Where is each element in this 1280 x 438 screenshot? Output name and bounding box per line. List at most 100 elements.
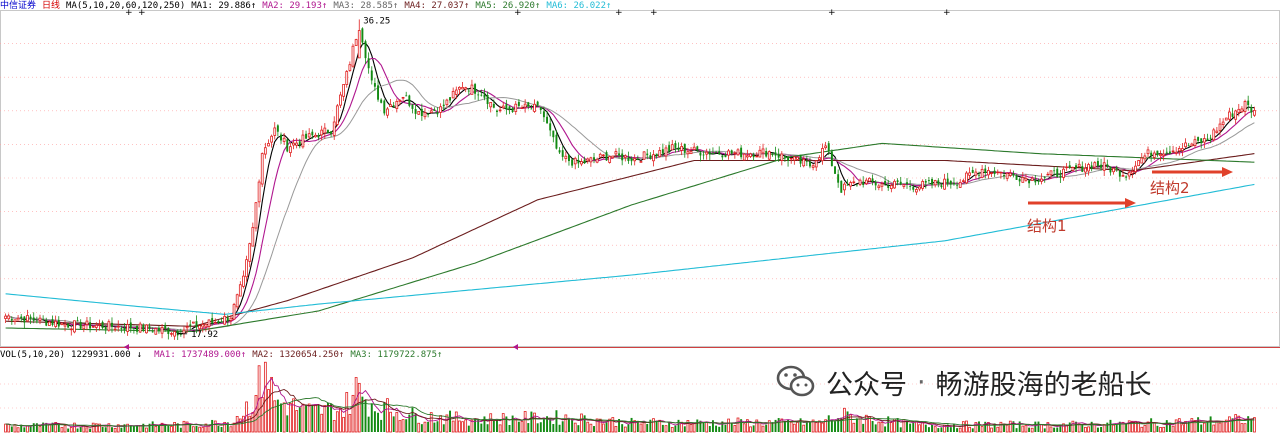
candle-body — [702, 154, 705, 156]
candle-body — [583, 159, 586, 164]
candle-body — [248, 243, 252, 262]
candle-body — [1231, 113, 1234, 117]
volume-bar — [508, 424, 511, 432]
volume-bar — [276, 399, 279, 432]
candle-body — [523, 103, 527, 108]
volume-bar — [60, 427, 64, 433]
candle-body — [961, 180, 965, 182]
volume-bar — [26, 425, 29, 433]
candle-body — [364, 41, 367, 59]
volume-bar — [834, 421, 836, 432]
volume-bar — [1156, 425, 1159, 432]
volume-bar — [1028, 427, 1031, 432]
candle-body — [123, 328, 126, 331]
candle-body — [251, 227, 255, 247]
candle-body — [20, 316, 23, 319]
candle-body — [51, 319, 54, 325]
period-label[interactable]: 日线 — [42, 1, 60, 11]
volume-bar — [623, 426, 627, 433]
volume-bar — [330, 403, 333, 432]
candle-body — [680, 146, 684, 151]
volume-bar — [705, 422, 709, 433]
candle-body — [207, 319, 211, 327]
candle-body — [542, 111, 545, 118]
candle-body — [746, 155, 749, 158]
volume-bar — [1209, 416, 1212, 432]
volume-bar — [1228, 416, 1231, 433]
candle-body — [530, 108, 533, 110]
watermark: 公众号 · 畅游股海的老船长 — [776, 362, 1152, 402]
volume-bar — [104, 427, 107, 432]
candle-body — [511, 108, 514, 113]
candle-body — [439, 106, 443, 113]
candle-body — [401, 97, 405, 99]
candle-body — [1187, 145, 1190, 147]
candle-body — [705, 151, 709, 155]
volume-bar — [182, 420, 186, 433]
candle-body — [1106, 164, 1109, 168]
candle-body — [94, 324, 98, 328]
volume-bar — [405, 419, 408, 432]
ma1-line — [5, 42, 1255, 335]
volume-bar — [189, 424, 192, 432]
candle-body — [1197, 137, 1200, 141]
candle-body — [1243, 101, 1247, 112]
candle-body — [273, 127, 277, 136]
volume-bar — [389, 411, 392, 433]
volume-bar — [802, 424, 806, 433]
candle-body — [1102, 162, 1106, 171]
volume-bar — [1152, 422, 1156, 433]
candle-body — [980, 168, 984, 178]
volume-bar — [173, 422, 176, 433]
volume-bar — [179, 427, 182, 432]
volume-bar — [351, 394, 355, 433]
candle-body — [727, 150, 730, 156]
candle-body — [956, 184, 959, 186]
candle-body — [1150, 152, 1153, 156]
volume-bar — [918, 424, 921, 433]
candle-body — [370, 70, 373, 81]
candle-body — [996, 171, 1000, 174]
candle-body — [23, 316, 26, 323]
stock-name[interactable]: 中信证券 — [0, 1, 36, 11]
candle-body — [226, 317, 229, 321]
candle-body — [658, 150, 662, 157]
candle-body — [408, 95, 411, 106]
candle-body — [1221, 121, 1225, 125]
candle-body — [608, 156, 612, 163]
volume-bar — [523, 411, 527, 433]
volume-bar — [674, 425, 677, 432]
candle-body — [477, 94, 480, 96]
volume-bar — [496, 420, 498, 432]
candle-body — [874, 181, 877, 186]
volume-bar — [1112, 424, 1115, 433]
candle-body — [348, 64, 352, 71]
candle-body — [978, 174, 980, 176]
candle-body — [1193, 139, 1197, 147]
top-marker: + — [828, 8, 836, 18]
volume-bar — [76, 428, 79, 432]
volume-bar — [417, 422, 421, 433]
candle-body — [129, 322, 132, 329]
volume-bar — [377, 412, 380, 432]
candle-body — [436, 112, 439, 115]
volume-bar — [311, 404, 314, 432]
volume-bar — [924, 424, 927, 432]
top-marker: + — [650, 8, 658, 18]
candle-body — [442, 104, 445, 107]
candle-body — [263, 147, 267, 155]
candle-body — [965, 172, 968, 184]
candle-body — [1059, 175, 1062, 178]
volume-bar — [864, 414, 868, 433]
volume-bar — [580, 413, 583, 433]
volume-bar — [154, 425, 158, 433]
volume-bar — [373, 411, 376, 432]
volume-bar — [401, 419, 405, 433]
candle-body — [1247, 100, 1250, 106]
candle-body — [974, 171, 978, 176]
candle-body — [185, 326, 189, 329]
candle-body — [189, 324, 192, 326]
candle-body — [120, 327, 123, 329]
candle-body — [918, 186, 921, 190]
volume-bar — [871, 421, 874, 432]
